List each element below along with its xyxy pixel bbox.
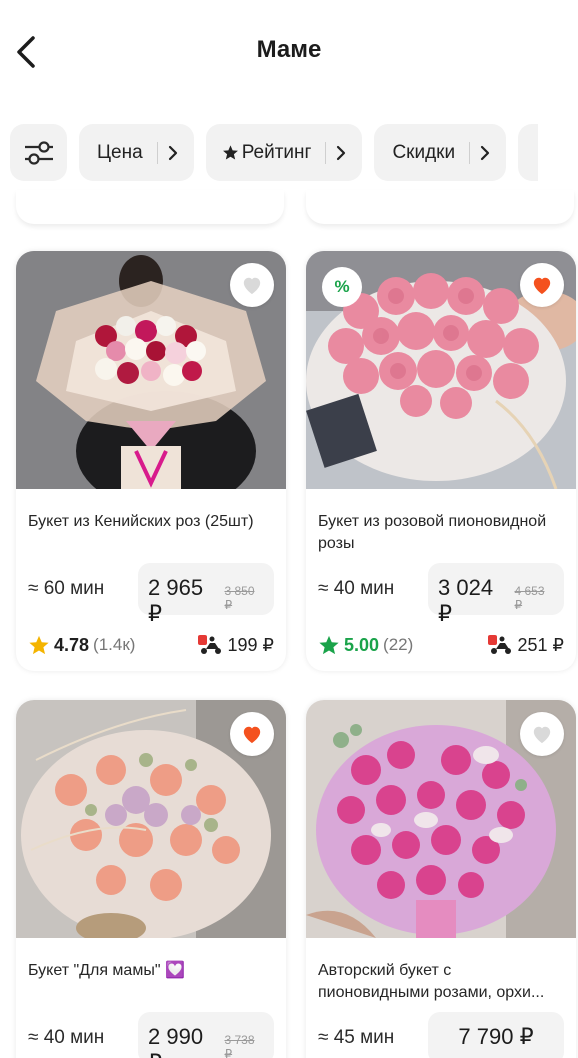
old-price: 4 653 ₽ xyxy=(514,584,545,612)
product-photo xyxy=(16,251,286,489)
product-card[interactable] xyxy=(16,190,284,224)
product-photo xyxy=(306,700,576,938)
price-box: 2 965 ₽ 3 850 ₽ xyxy=(138,563,274,626)
old-price: 3 738 ₽ xyxy=(224,1033,255,1058)
delivery-cost: 199 ₽ xyxy=(197,634,275,656)
product-photo: % xyxy=(306,251,576,489)
price: 7 790 ₽ xyxy=(458,1024,534,1049)
divider xyxy=(325,141,327,164)
filter-chip-price[interactable]: Цена xyxy=(79,124,194,181)
delivery-cost: 251 ₽ xyxy=(487,634,565,656)
product-name: Авторский букет с пионовидными розами, о… xyxy=(318,962,545,1001)
star-icon xyxy=(206,144,239,161)
product-name: Букет из розовой пионовидной розы xyxy=(318,513,547,552)
filter-bar: Цена Рейтинг Скидки xyxy=(10,124,539,181)
sliders-icon xyxy=(24,140,53,165)
chevron-right-icon xyxy=(168,145,178,161)
heart-icon xyxy=(533,277,551,295)
delivery-price: 251 ₽ xyxy=(517,634,565,655)
product-card[interactable]: Авторский букет с пионовидными розами, о… xyxy=(306,700,576,1058)
delivery-time: ≈ 40 мин xyxy=(318,578,395,599)
product-name: Букет "Для мамы" 💟 xyxy=(28,962,185,979)
price: 3 024 ₽ xyxy=(438,575,494,626)
divider xyxy=(156,141,158,164)
star-icon xyxy=(29,635,49,655)
price: 2 965 ₽ xyxy=(148,575,204,626)
filter-chip-label: Цена xyxy=(97,141,143,163)
divider xyxy=(469,141,471,164)
discount-badge: % xyxy=(322,267,362,307)
price-box: 2 990 ₽ 3 738 ₽ xyxy=(138,1012,274,1058)
price-box: 7 790 ₽ xyxy=(428,1012,564,1058)
page-title: Маме xyxy=(256,36,322,63)
review-count: (22) xyxy=(383,635,414,654)
price: 2 990 ₽ xyxy=(148,1024,204,1058)
heart-icon xyxy=(243,277,261,295)
old-price: 3 850 ₽ xyxy=(224,584,255,612)
filter-chip-label: Скидки xyxy=(392,141,456,163)
review-count: (1.4к) xyxy=(93,635,136,654)
chevron-right-icon xyxy=(480,145,490,161)
product-card[interactable]: % Букет из розовой пионовидной розы ≈ 40… xyxy=(306,251,576,671)
filter-settings-button[interactable] xyxy=(10,124,67,181)
courier-icon xyxy=(487,635,511,654)
product-photo xyxy=(16,700,286,938)
filter-chip-label: Рейтинг xyxy=(241,141,312,163)
favorite-button[interactable] xyxy=(520,263,564,307)
rating-value: 5.00 xyxy=(344,634,380,655)
favorite-button[interactable] xyxy=(520,712,564,756)
heart-icon xyxy=(533,726,551,744)
price-box: 3 024 ₽ 4 653 ₽ xyxy=(428,563,564,626)
rating-value: 4.78 xyxy=(54,634,90,655)
delivery-time: ≈ 45 мин xyxy=(318,1027,395,1048)
courier-icon xyxy=(197,635,221,654)
delivery-time: ≈ 60 мин xyxy=(28,578,105,599)
filter-chip-rating[interactable]: Рейтинг xyxy=(205,124,363,181)
filter-chip-more[interactable] xyxy=(518,124,539,181)
product-card[interactable]: Букет из Кенийских роз (25шт) ≈ 60 мин 2… xyxy=(16,251,286,671)
product-card[interactable]: Букет "Для мамы" 💟 ≈ 40 мин 2 990 ₽ 3 73… xyxy=(16,700,286,1058)
delivery-price: 199 ₽ xyxy=(227,634,275,655)
favorite-button[interactable] xyxy=(230,712,274,756)
favorite-button[interactable] xyxy=(230,263,274,307)
delivery-time: ≈ 40 мин xyxy=(28,1027,105,1048)
star-icon xyxy=(319,635,339,655)
heart-icon xyxy=(243,726,261,744)
filter-chip-discounts[interactable]: Скидки xyxy=(374,124,507,181)
product-name: Букет из Кенийских роз (25шт) xyxy=(28,513,254,530)
header: Маме xyxy=(0,0,578,100)
chevron-right-icon xyxy=(336,145,346,161)
product-card[interactable] xyxy=(306,190,574,224)
